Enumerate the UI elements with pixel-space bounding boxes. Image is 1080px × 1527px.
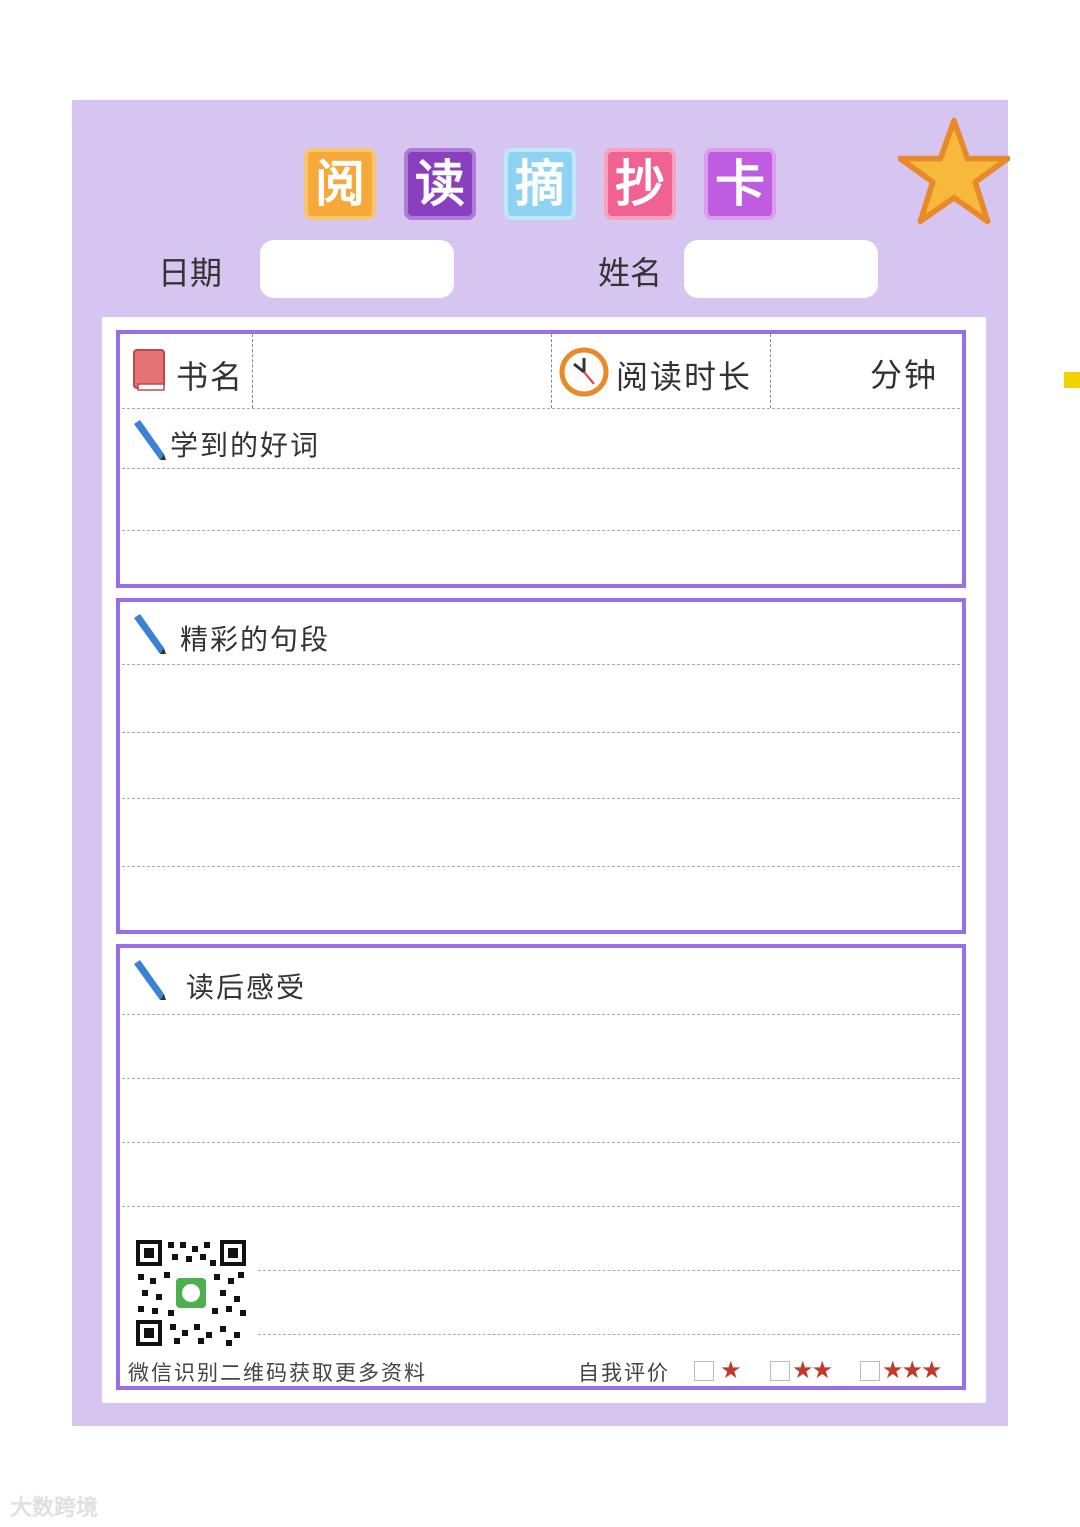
dashed-line (122, 468, 960, 469)
dashed-line (122, 1014, 960, 1015)
dashed-line (122, 664, 960, 665)
passages-label: 精彩的句段 (180, 623, 331, 656)
book-icon (133, 349, 165, 391)
book-title-label: 书名 (176, 358, 245, 396)
rating-stars-3: ★★★ (882, 1356, 943, 1384)
rating-checkbox-1[interactable] (694, 1361, 714, 1381)
decorative-square (1064, 372, 1080, 388)
watermark: 大数跨境 (10, 1496, 99, 1521)
rating-checkbox-3[interactable] (860, 1361, 880, 1381)
rating-checkbox-2[interactable] (770, 1361, 790, 1381)
reading-time-field[interactable] (776, 340, 866, 404)
pencil-icon (134, 960, 166, 1000)
name-label: 姓名 (598, 254, 663, 292)
title-char-3: 摘 (504, 148, 576, 220)
divider (252, 334, 253, 408)
date-label: 日期 (158, 254, 223, 292)
qr-hint-text: 微信识别二维码获取更多资料 (128, 1361, 427, 1385)
reading-time-label: 阅读时长 (616, 358, 753, 396)
divider (551, 334, 552, 408)
rating-stars-1: ★ (720, 1356, 741, 1384)
good-words-writing-area[interactable] (122, 470, 960, 582)
star-icon (898, 117, 1010, 225)
passages-writing-area[interactable] (122, 666, 960, 926)
rating-stars-2: ★★ (792, 1356, 833, 1384)
book-title-field[interactable] (258, 340, 546, 404)
date-field[interactable] (260, 240, 454, 298)
qr-code-icon[interactable] (134, 1238, 248, 1348)
title-char-4: 抄 (604, 148, 676, 220)
reflection-label: 读后感受 (186, 971, 307, 1004)
title-char-2: 读 (404, 148, 476, 220)
title-char-1: 阅 (304, 148, 376, 220)
divider (770, 334, 771, 408)
minutes-label: 分钟 (870, 356, 939, 394)
pencil-icon (134, 614, 166, 654)
self-eval-label: 自我评价 (578, 1361, 670, 1385)
pencil-icon (134, 420, 166, 460)
title-char-5: 卡 (704, 148, 776, 220)
clock-icon (559, 347, 609, 397)
dashed-line (122, 408, 960, 409)
name-field[interactable] (684, 240, 878, 298)
good-words-label: 学到的好词 (170, 429, 321, 462)
